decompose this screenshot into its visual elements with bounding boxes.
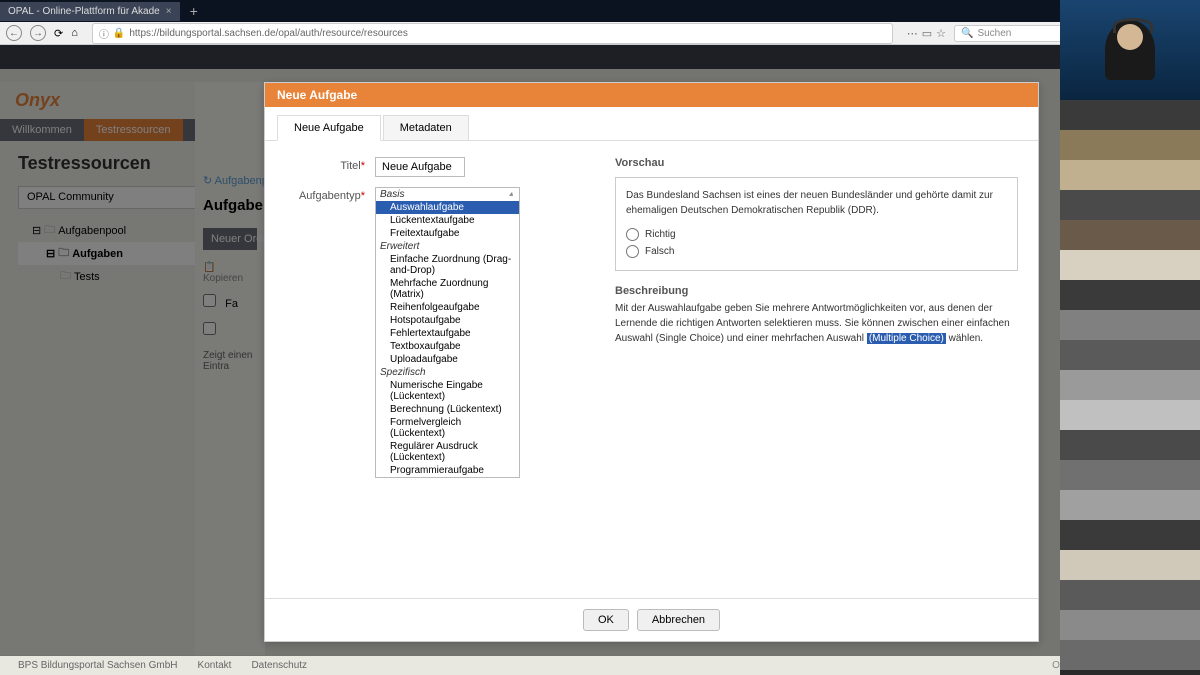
listbox-option[interactable]: Auswahlaufgabe xyxy=(376,201,519,214)
star-icon[interactable]: ☆ xyxy=(936,27,946,40)
listbox-option[interactable]: Freitextaufgabe xyxy=(376,227,519,240)
preview-option-1[interactable]: Richtig xyxy=(626,226,1007,243)
form-column: Titel* Aufgabentyp* Basis▴Auswahlaufgabe… xyxy=(285,157,595,488)
new-task-modal: Neue Aufgabe Neue Aufgabe Metadaten Tite… xyxy=(264,82,1039,642)
type-label: Aufgabentyp* xyxy=(285,187,375,478)
browser-toolbar: ← → ⟳ ⌂ ⓘ 🔒 https://bildungsportal.sachs… xyxy=(0,22,1200,45)
back-button[interactable]: ← xyxy=(6,25,22,41)
preview-header: Vorschau xyxy=(615,157,1018,169)
listbox-option[interactable]: Reihenfolgeaufgabe xyxy=(376,301,519,314)
listbox-option[interactable]: Numerische Eingabe (Lückentext) xyxy=(376,379,519,403)
tab-metadata[interactable]: Metadaten xyxy=(383,115,469,140)
modal-tabs: Neue Aufgabe Metadaten xyxy=(265,107,1038,141)
title-input[interactable] xyxy=(375,157,465,177)
footer-privacy[interactable]: Datenschutz xyxy=(251,660,307,671)
browser-tab[interactable]: OPAL - Online-Plattform für Akade × xyxy=(0,2,180,21)
preview-option-2[interactable]: Falsch xyxy=(626,243,1007,260)
listbox-option[interactable]: Hotspotaufgabe xyxy=(376,314,519,327)
close-icon[interactable]: × xyxy=(166,6,172,17)
listbox-option[interactable]: Programmieraufgabe xyxy=(376,464,519,477)
home-icon[interactable]: ⌂ xyxy=(71,27,78,39)
listbox-option[interactable]: Fehlertextaufgabe xyxy=(376,327,519,340)
preview-column: Vorschau Das Bundesland Sachsen ist eine… xyxy=(615,157,1018,488)
listbox-option[interactable]: Einfache Zuordnung (Drag-and-Drop) xyxy=(376,253,519,277)
preview-box: Das Bundesland Sachsen ist eines der neu… xyxy=(615,177,1018,271)
task-type-listbox[interactable]: Basis▴AuswahlaufgabeLückentextaufgabeFre… xyxy=(375,187,520,478)
tab-title: OPAL - Online-Plattform für Akade xyxy=(8,6,160,17)
ok-button[interactable]: OK xyxy=(583,609,629,631)
listbox-option[interactable]: Regulärer Ausdruck (Lückentext) xyxy=(376,440,519,464)
listbox-option[interactable]: Uploadaufgabe xyxy=(376,353,519,366)
description-text: Mit der Auswahlaufgabe geben Sie mehrere… xyxy=(615,301,1018,346)
listbox-group-header: Spezifisch xyxy=(376,366,519,379)
tab-new-task[interactable]: Neue Aufgabe xyxy=(277,115,381,141)
lock-icon: 🔒 xyxy=(113,28,125,39)
listbox-option[interactable]: Textboxaufgabe xyxy=(376,340,519,353)
search-placeholder: Suchen xyxy=(977,28,1011,39)
forward-button[interactable]: → xyxy=(30,25,46,41)
browser-tab-strip: OPAL - Online-Plattform für Akade × + xyxy=(0,0,1200,22)
right-sidebar xyxy=(1060,0,1200,675)
highlight-text: (Multiple Choice) xyxy=(867,333,946,344)
reader-icon[interactable]: ▭ xyxy=(922,27,932,40)
radio-richtig[interactable] xyxy=(626,228,639,241)
menu-dots-icon[interactable]: ⋯ xyxy=(907,27,918,40)
reload-icon[interactable]: ⟳ xyxy=(54,27,63,40)
new-tab-button[interactable]: + xyxy=(180,3,208,19)
url-bar[interactable]: ⓘ 🔒 https://bildungsportal.sachsen.de/op… xyxy=(92,23,893,44)
listbox-option[interactable]: Formelvergleich (Lückentext) xyxy=(376,416,519,440)
preview-question: Das Bundesland Sachsen ist eines der neu… xyxy=(626,188,1007,218)
url-text: https://bildungsportal.sachsen.de/opal/a… xyxy=(129,28,408,39)
footer-company[interactable]: BPS Bildungsportal Sachsen GmbH xyxy=(18,660,178,671)
listbox-option[interactable]: Mehrfache Zuordnung (Matrix) xyxy=(376,277,519,301)
info-icon: ⓘ xyxy=(99,26,109,41)
cancel-button[interactable]: Abbrechen xyxy=(637,609,720,631)
footer: BPS Bildungsportal Sachsen GmbH Kontakt … xyxy=(0,656,1060,675)
modal-footer: OK Abbrechen xyxy=(265,598,1038,641)
description-header: Beschreibung xyxy=(615,285,1018,297)
footer-contact[interactable]: Kontakt xyxy=(198,660,232,671)
listbox-group-header: Basis▴ xyxy=(376,188,519,201)
title-label: Titel* xyxy=(285,157,375,177)
webcam-feed xyxy=(1060,0,1200,100)
listbox-option[interactable]: Berechnung (Lückentext) xyxy=(376,403,519,416)
listbox-group-header: Erweitert xyxy=(376,240,519,253)
listbox-option[interactable]: Lückentextaufgabe xyxy=(376,214,519,227)
radio-falsch[interactable] xyxy=(626,245,639,258)
search-icon: 🔍 xyxy=(961,28,973,39)
modal-title: Neue Aufgabe xyxy=(265,83,1038,107)
